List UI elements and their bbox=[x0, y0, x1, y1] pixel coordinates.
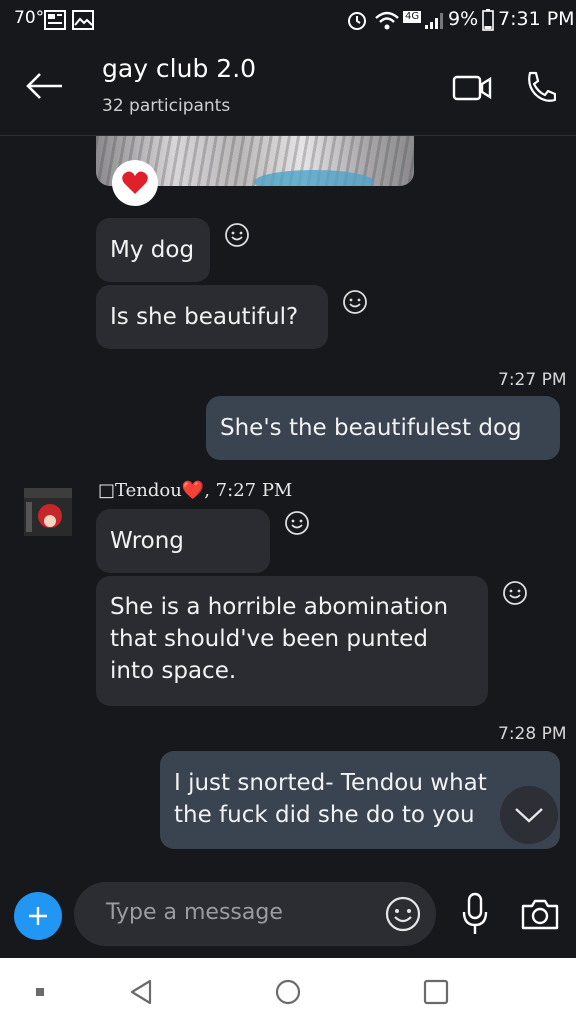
camera-icon[interactable] bbox=[520, 896, 560, 932]
sender-name: □Tendou❤️, 7:27 PM bbox=[98, 480, 292, 501]
smiley-icon[interactable] bbox=[224, 222, 250, 248]
smiley-icon[interactable] bbox=[342, 289, 368, 315]
sender-time: , 7:27 PM bbox=[204, 480, 293, 501]
message-timestamp: 7:27 PM bbox=[498, 370, 567, 390]
message-timestamp: 7:28 PM bbox=[498, 724, 567, 744]
news-icon bbox=[44, 10, 66, 30]
clock: 7:31 PM bbox=[498, 8, 575, 30]
microphone-icon[interactable] bbox=[460, 892, 490, 938]
arrow-left-icon[interactable] bbox=[24, 70, 64, 102]
message-input[interactable]: Type a message bbox=[74, 882, 436, 946]
home-icon[interactable] bbox=[274, 978, 302, 1006]
message-text: My dog bbox=[110, 237, 195, 263]
message-bubble[interactable]: I just snorted- Tendou what the fuck did… bbox=[160, 751, 560, 849]
add-button[interactable] bbox=[14, 892, 62, 940]
message-bubble[interactable]: Is she beautiful? bbox=[96, 285, 328, 349]
recent-apps-icon[interactable] bbox=[422, 978, 450, 1006]
message-text: She's the beautifulest dog bbox=[220, 415, 522, 441]
status-bar: 70° 4G 9% 7:31 PM bbox=[0, 0, 576, 38]
message-text: Is she beautiful? bbox=[110, 304, 299, 330]
chevron-down-icon bbox=[515, 808, 543, 823]
phone-icon[interactable] bbox=[524, 70, 556, 104]
temperature: 70° bbox=[14, 8, 45, 28]
battery-icon bbox=[482, 9, 494, 31]
heart-icon bbox=[122, 171, 148, 194]
message-bubble[interactable]: She's the beautifulest dog bbox=[206, 396, 560, 460]
message-composer: Type a message bbox=[0, 870, 576, 958]
wifi-icon bbox=[375, 11, 399, 30]
message-text-line: the fuck did she do to you bbox=[174, 802, 475, 828]
message-text-line: into space. bbox=[110, 658, 237, 684]
battery-percent: 9% bbox=[448, 8, 479, 30]
alarm-icon bbox=[348, 12, 366, 30]
menu-dot-icon[interactable] bbox=[34, 986, 46, 998]
avatar[interactable] bbox=[24, 488, 72, 536]
message-list[interactable]: My dog Is she beautiful? 7:27 PM She's t… bbox=[0, 136, 576, 870]
message-text-line: that should've been punted bbox=[110, 626, 428, 652]
message-input-placeholder: Type a message bbox=[106, 900, 283, 925]
smiley-icon[interactable] bbox=[284, 510, 310, 536]
message-bubble[interactable]: My dog bbox=[96, 218, 210, 282]
participant-count[interactable]: 32 participants bbox=[102, 96, 230, 116]
emoji-icon[interactable] bbox=[384, 895, 422, 933]
video-camera-icon[interactable] bbox=[452, 74, 492, 102]
system-navigation-bar bbox=[0, 958, 576, 1024]
message-bubble[interactable]: She is a horrible abomination that shoul… bbox=[96, 576, 488, 706]
network-badge: 4G bbox=[403, 11, 422, 23]
plus-icon bbox=[29, 907, 47, 925]
message-text-line: I just snorted- Tendou what bbox=[174, 770, 487, 796]
gallery-icon bbox=[72, 10, 94, 30]
back-icon[interactable] bbox=[128, 978, 154, 1006]
chat-header: gay club 2.0 32 participants bbox=[0, 38, 576, 136]
smiley-icon[interactable] bbox=[502, 580, 528, 606]
heart-reaction-button[interactable] bbox=[112, 160, 158, 206]
signal-icon bbox=[425, 13, 443, 29]
sender-name-text: □Tendou❤️ bbox=[98, 480, 205, 501]
chat-title[interactable]: gay club 2.0 bbox=[102, 54, 256, 83]
message-bubble[interactable]: Wrong bbox=[96, 509, 270, 573]
message-text-line: She is a horrible abomination bbox=[110, 594, 449, 620]
scroll-down-button[interactable] bbox=[500, 786, 558, 844]
message-text: Wrong bbox=[110, 528, 184, 554]
